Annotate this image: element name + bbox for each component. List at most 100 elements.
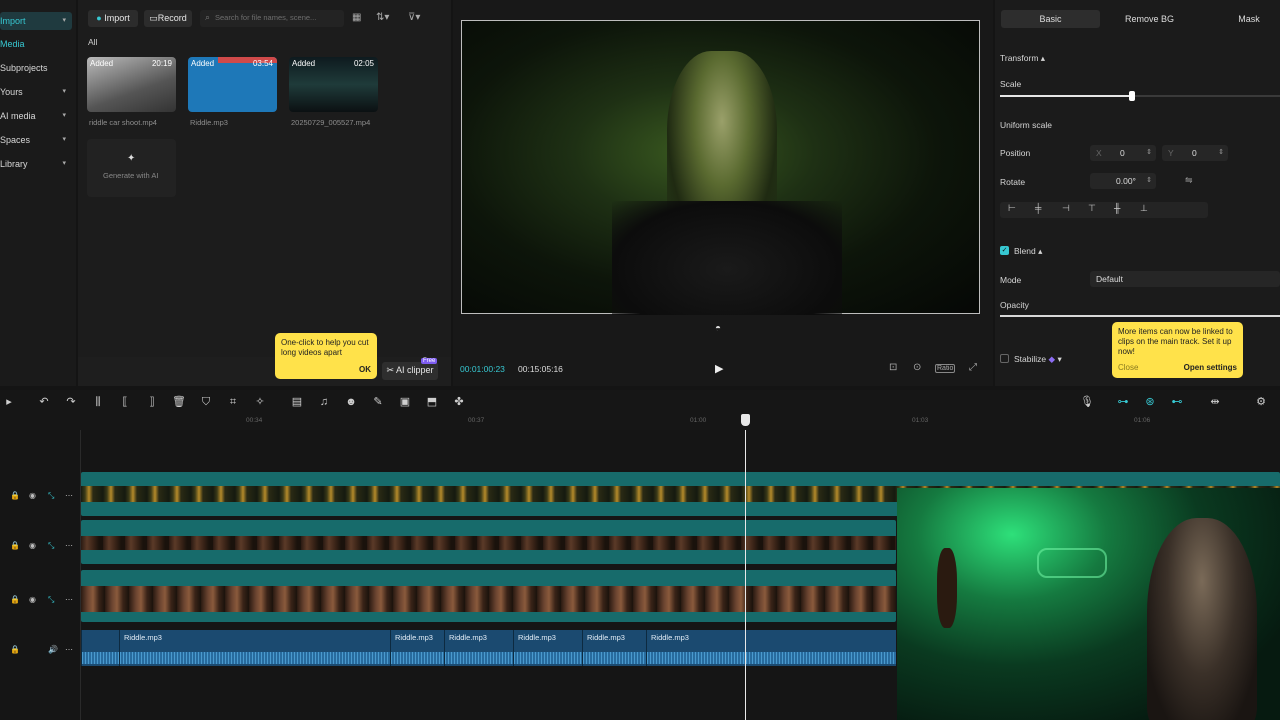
timeline-ruler[interactable]: 00:34 00:37 01:00 01:03 01:06	[0, 414, 1280, 430]
align-bottom-icon[interactable]: ⊥	[1140, 203, 1148, 214]
lock-icon[interactable]: 🔒	[10, 595, 20, 604]
split-right-icon[interactable]: ⟧	[145, 395, 159, 409]
scale-slider-handle[interactable]	[1128, 91, 1135, 101]
mode-select[interactable]: Default	[1090, 271, 1280, 287]
volume-icon[interactable]: 🔊	[48, 645, 58, 654]
audio-clip[interactable]: Riddle.mp3	[646, 630, 896, 666]
filter-icon[interactable]: ⊽▾	[408, 12, 420, 23]
redo-icon[interactable]: ↷	[64, 395, 78, 409]
search-input[interactable]: ⌕ Search for file names, scene...	[200, 10, 344, 27]
nav-item-media[interactable]: Media	[0, 35, 72, 53]
tab-mask[interactable]: Mask	[1199, 10, 1280, 28]
eye-icon[interactable]: ◉	[29, 595, 36, 604]
open-settings-button[interactable]: Open settings	[1184, 363, 1237, 372]
align-center-icon[interactable]: ╪	[1035, 203, 1041, 213]
more-icon[interactable]: ⋯	[65, 595, 73, 604]
audio-link-icon[interactable]: ⤡	[48, 595, 54, 605]
more-icon[interactable]: ⋯	[65, 491, 73, 500]
eye-icon[interactable]: ◉	[29, 491, 36, 500]
eye-icon[interactable]: ◉	[29, 541, 36, 550]
ok-button[interactable]: OK	[359, 365, 371, 374]
microphone-icon[interactable]: 🎙	[1080, 395, 1094, 409]
video-clip[interactable]	[81, 570, 896, 622]
person-icon[interactable]: ☻	[344, 395, 358, 409]
audio-link-icon[interactable]: ⤡	[48, 541, 54, 551]
marker-icon[interactable]: ⛉	[199, 395, 213, 409]
generate-with-ai-card[interactable]: ✦ Generate with AI	[87, 139, 176, 197]
nav-item-spaces[interactable]: Spaces ▾	[0, 131, 72, 149]
close-button[interactable]: Close	[1118, 363, 1138, 372]
stabilize-heading[interactable]: Stabilize ◆ ▾	[1014, 354, 1062, 365]
delete-icon[interactable]: 🗑	[172, 395, 186, 409]
nav-item-subprojects[interactable]: Subprojects	[0, 59, 72, 77]
lock-icon[interactable]: 🔒	[10, 645, 20, 654]
lock-icon[interactable]: 🔒	[10, 541, 20, 550]
more-icon[interactable]: ⋯	[65, 541, 73, 550]
align-middle-icon[interactable]: ╫	[1114, 203, 1120, 213]
blend-checkbox[interactable]: ✓	[1000, 246, 1009, 255]
preview-axis-icon[interactable]: ⊷	[1170, 395, 1184, 409]
position-y-field[interactable]: Y 0 ⇕	[1162, 145, 1228, 161]
audio-icon[interactable]: ♫	[317, 395, 331, 409]
stepper-icon[interactable]: ⇕	[1146, 173, 1152, 189]
magic-icon[interactable]: ✧	[253, 395, 267, 409]
sort-icon[interactable]: ⇅▾	[376, 12, 389, 23]
align-right-icon[interactable]: ⊣	[1062, 203, 1070, 214]
import-button[interactable]: ● Import	[88, 10, 138, 27]
more-icon[interactable]: ⋯	[65, 645, 73, 654]
tab-basic[interactable]: Basic	[1001, 10, 1100, 28]
playhead-handle[interactable]	[741, 414, 750, 426]
zoom-icon[interactable]: ⊙	[913, 362, 921, 373]
audio-clip[interactable]: Riddle.mp3	[444, 630, 513, 666]
position-x-field[interactable]: X 0 ⇕	[1090, 145, 1156, 161]
stepper-icon[interactable]: ⇕	[1218, 145, 1224, 161]
media-thumb[interactable]: Added 20:19	[87, 57, 176, 112]
grid-view-icon[interactable]: ▦	[352, 12, 361, 23]
select-tool-icon[interactable]: ▸	[2, 395, 16, 409]
tab-remove-bg[interactable]: Remove BG	[1100, 10, 1199, 28]
ai-icon[interactable]: ✤	[452, 395, 466, 409]
media-thumb[interactable]: Added 03:54	[188, 57, 277, 112]
split-left-icon[interactable]: ⟦	[118, 395, 132, 409]
caption-icon[interactable]: ▤	[290, 395, 304, 409]
settings-icon[interactable]: ⚙	[1254, 395, 1268, 409]
audio-clip[interactable]: Riddle.mp3	[119, 630, 390, 666]
opacity-slider[interactable]	[1000, 315, 1280, 317]
stabilize-checkbox[interactable]	[1000, 354, 1009, 363]
transform-heading[interactable]: Transform ▴	[1000, 53, 1045, 64]
crop-icon[interactable]: ⌗	[226, 395, 240, 409]
link-icon[interactable]: ⊶	[1116, 395, 1130, 409]
lock-icon[interactable]: 🔒	[10, 491, 20, 500]
filter-all[interactable]: All	[88, 37, 97, 47]
play-icon[interactable]: ▶	[715, 362, 723, 375]
align-left-icon[interactable]: ⊢	[1008, 203, 1016, 214]
nav-item-library[interactable]: Library ▾	[0, 155, 72, 173]
scale-slider[interactable]	[1000, 91, 1280, 101]
freeze-icon[interactable]: ▣	[398, 395, 412, 409]
nav-item-yours[interactable]: Yours ▾	[0, 83, 72, 101]
split-icon[interactable]: ⫼	[91, 395, 105, 409]
ai-clipper-button[interactable]: ✂ AI clipper	[382, 362, 438, 380]
fullscreen-icon[interactable]: ⤢	[969, 362, 977, 373]
resize-icon[interactable]: ⬒	[425, 395, 439, 409]
record-button[interactable]: ▭Record	[144, 10, 192, 27]
video-clip[interactable]	[81, 520, 896, 564]
nav-item-import[interactable]: Import ▾	[0, 12, 72, 30]
audio-clip[interactable]: Riddle.mp3	[582, 630, 646, 666]
camera-icon[interactable]: ◓	[715, 323, 721, 334]
video-canvas[interactable]	[461, 20, 980, 315]
media-thumb[interactable]: Added 02:05	[289, 57, 378, 112]
align-top-icon[interactable]: ⊤	[1088, 203, 1096, 214]
audio-clip[interactable]: Riddle.mp3	[390, 630, 444, 666]
stepper-icon[interactable]: ⇕	[1146, 145, 1152, 161]
ratio-button[interactable]: Ratio	[935, 364, 956, 373]
undo-icon[interactable]: ↶	[37, 395, 51, 409]
zoom-fit-icon[interactable]: ⇹	[1208, 395, 1222, 409]
nav-item-ai-media[interactable]: AI media ▾	[0, 107, 72, 125]
blend-heading[interactable]: Blend ▴	[1014, 246, 1042, 257]
rotate-field[interactable]: 0.00° ⇕	[1090, 173, 1156, 189]
magnet-icon[interactable]: ⊛	[1143, 395, 1157, 409]
audio-clip[interactable]	[81, 630, 119, 666]
flip-icon[interactable]: ⇋	[1185, 175, 1193, 186]
audio-clip[interactable]: Riddle.mp3	[513, 630, 582, 666]
